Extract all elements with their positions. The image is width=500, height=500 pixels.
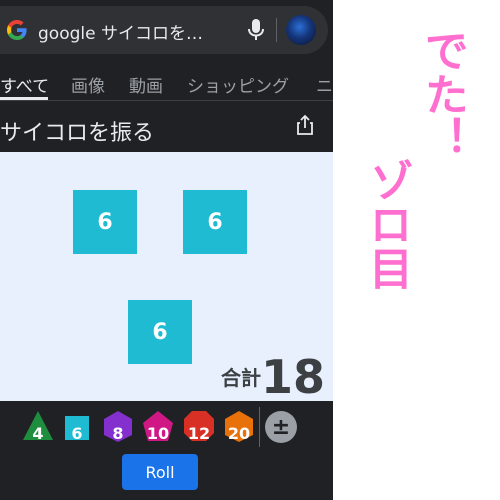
tab-images[interactable]: 画像 xyxy=(71,72,105,97)
d8-button[interactable]: 8 xyxy=(101,409,135,443)
d20-label: 20 xyxy=(227,424,251,443)
dice-roll-area: 6 6 6 合計18 xyxy=(0,152,333,404)
d12-label: 12 xyxy=(187,424,211,443)
active-tab-indicator xyxy=(0,97,48,100)
die-result: 6 xyxy=(183,190,247,254)
total-display: 合計18 xyxy=(221,350,325,404)
die-result: 6 xyxy=(128,300,192,364)
search-bar[interactable]: google サイコロを… xyxy=(0,6,328,54)
caption-line-2: ゾロ目 xyxy=(361,158,412,290)
tab-news[interactable]: ニ xyxy=(316,72,333,97)
d4-label: 4 xyxy=(32,424,44,443)
d6-button[interactable]: 6 xyxy=(60,409,94,443)
d12-button[interactable]: 12 xyxy=(182,409,216,443)
search-bar-divider xyxy=(276,18,277,42)
roll-button[interactable]: Roll xyxy=(122,454,198,490)
d4-button[interactable]: 4 xyxy=(21,409,55,443)
share-icon[interactable] xyxy=(296,114,314,136)
dice-bar-divider xyxy=(259,407,260,447)
modifier-button[interactable]: ± xyxy=(265,411,297,443)
microphone-icon[interactable] xyxy=(246,18,266,42)
google-logo-icon xyxy=(7,20,27,40)
d10-button[interactable]: 10 xyxy=(141,409,175,443)
tab-videos[interactable]: 動画 xyxy=(129,72,163,97)
dice-card-title: サイコロを振る xyxy=(0,121,155,146)
phone-screenshot: google サイコロを… すべて 画像 動画 ショッピング ニ サイコロを振る… xyxy=(0,0,333,500)
account-avatar[interactable] xyxy=(286,15,316,45)
d10-label: 10 xyxy=(146,424,170,443)
total-value: 18 xyxy=(261,350,326,404)
d20-button[interactable]: 20 xyxy=(222,409,256,443)
caption-line-1: でた！ xyxy=(417,28,468,160)
d6-label: 6 xyxy=(71,424,83,443)
d8-label: 8 xyxy=(112,424,124,443)
dice-type-bar: 4 6 8 10 12 20 ± Roll xyxy=(0,401,333,500)
total-label: 合計 xyxy=(221,366,261,390)
search-query[interactable]: google サイコロを… xyxy=(38,19,203,44)
die-result: 6 xyxy=(73,190,137,254)
search-tabs: すべて 画像 動画 ショッピング ニ xyxy=(0,62,333,101)
tab-all[interactable]: すべて xyxy=(0,72,49,97)
tab-shopping[interactable]: ショッピング xyxy=(187,72,289,97)
